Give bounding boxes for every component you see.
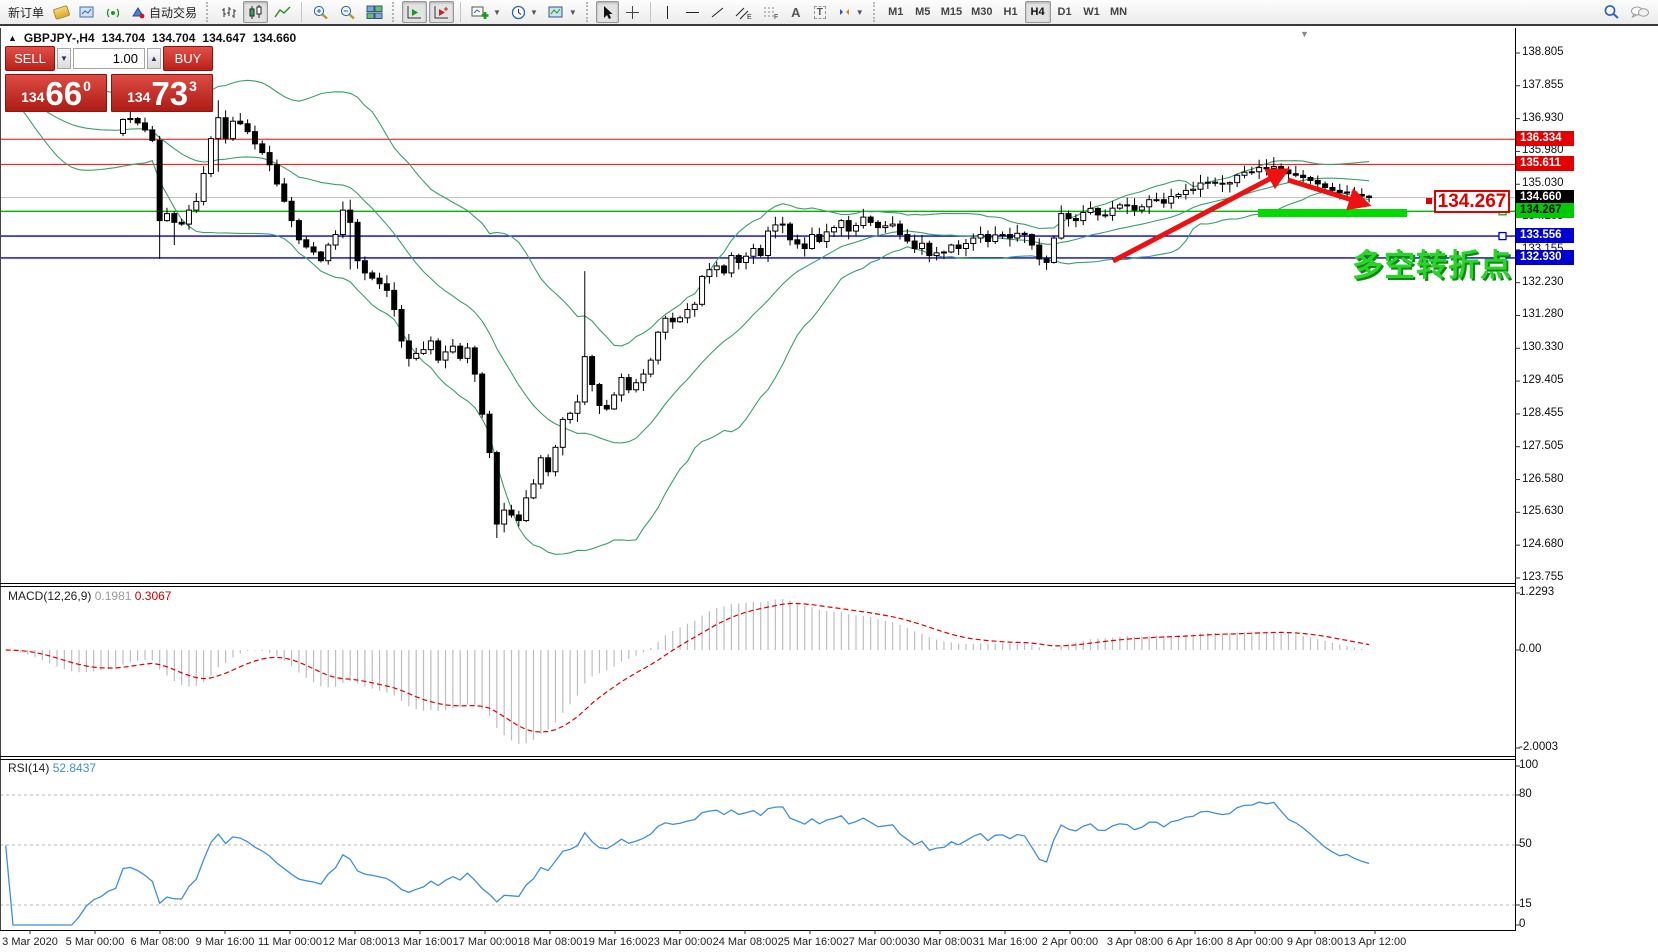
ohlc-open: 134.704 bbox=[102, 31, 145, 45]
bar-chart-icon[interactable] bbox=[216, 1, 241, 23]
callout-anchor bbox=[1426, 198, 1432, 204]
macd-panel bbox=[6, 599, 1369, 744]
crosshair-icon[interactable] bbox=[621, 1, 644, 23]
rsi-name: RSI(14) bbox=[8, 761, 49, 775]
sell-button[interactable]: SELL bbox=[5, 46, 55, 71]
annotation-text[interactable]: 多空转折点 bbox=[1352, 240, 1512, 285]
ohlc-high: 134.704 bbox=[152, 31, 195, 45]
candlestick-chart-icon[interactable] bbox=[243, 1, 268, 23]
macd-main-value: 0.1981 bbox=[95, 589, 132, 603]
symbol-arrow-icon: ▲ bbox=[8, 33, 17, 43]
volume-input[interactable] bbox=[73, 48, 145, 69]
mt4-window: 138.805137.855136.930135.980135.030134.1… bbox=[0, 0, 1658, 952]
ohlc-close: 134.660 bbox=[253, 31, 296, 45]
new-order-label: 新订单 bbox=[8, 4, 44, 21]
fibonacci-icon[interactable]: F bbox=[758, 1, 783, 23]
rsi-label: RSI(14) 52.8437 bbox=[8, 761, 96, 775]
search-icon[interactable] bbox=[1599, 1, 1624, 23]
cursor-icon[interactable] bbox=[596, 1, 619, 23]
macd-name: MACD(12,26,9) bbox=[8, 589, 91, 603]
vertical-line-icon[interactable] bbox=[657, 1, 679, 23]
panel-borders bbox=[0, 28, 1520, 934]
line-chart-icon[interactable] bbox=[270, 1, 295, 23]
buy-price-pips: 73 bbox=[151, 77, 188, 110]
text-label-icon[interactable]: T bbox=[809, 1, 831, 23]
auto-trading-icon bbox=[131, 6, 146, 19]
rsi-line bbox=[6, 802, 1369, 925]
templates-button[interactable]: ▼ bbox=[544, 1, 581, 23]
buy-price-point: 3 bbox=[189, 78, 197, 94]
rsi-value: 52.8437 bbox=[53, 761, 96, 775]
profiles-icon[interactable] bbox=[75, 1, 99, 23]
horizontal-line-icon[interactable] bbox=[681, 1, 704, 23]
sell-price-button[interactable]: 134 66 0 bbox=[5, 74, 107, 112]
sell-price-point: 0 bbox=[83, 78, 91, 94]
rsi-panel bbox=[0, 795, 1515, 925]
timeframe-m15[interactable]: M15 bbox=[937, 1, 966, 23]
signals-icon[interactable] bbox=[101, 1, 125, 23]
toolbar: 新订单 自动交易 bbox=[0, 0, 1658, 26]
macd-signal-value: 0.3067 bbox=[135, 589, 172, 603]
auto-trading-button[interactable]: 自动交易 bbox=[127, 1, 201, 23]
trendline-icon[interactable] bbox=[706, 1, 729, 23]
sell-price-pips: 66 bbox=[45, 77, 82, 110]
chart-shift-icon[interactable] bbox=[429, 1, 454, 23]
arrows-button[interactable]: ▼ bbox=[833, 1, 868, 23]
timeframe-group: M1M5M15M30H1H4D1W1MN bbox=[883, 1, 1132, 23]
zoom-in-icon[interactable] bbox=[308, 1, 333, 23]
timeframe-h4[interactable]: H4 bbox=[1025, 1, 1051, 23]
chat-icon[interactable] bbox=[1626, 1, 1654, 23]
macd-signal-line bbox=[6, 604, 1369, 733]
auto-scroll-icon[interactable] bbox=[402, 1, 427, 23]
chart-title: ▲ GBPJPY-,H4 134.704 134.704 134.647 134… bbox=[8, 31, 296, 45]
ohlc-low: 134.647 bbox=[202, 31, 245, 45]
new-order-button[interactable]: 新订单 bbox=[4, 1, 48, 23]
timeframe-w1[interactable]: W1 bbox=[1079, 1, 1105, 23]
sell-price-figure: 134 bbox=[21, 89, 44, 105]
timeframe-m5[interactable]: M5 bbox=[910, 1, 936, 23]
chart-canvas[interactable] bbox=[0, 0, 1658, 952]
text-icon[interactable]: A bbox=[785, 1, 807, 23]
timeframe-d1[interactable]: D1 bbox=[1052, 1, 1078, 23]
svg-text:F: F bbox=[774, 14, 778, 20]
one-click-trade-panel: SELL ▼ ▲ BUY 134 66 0 134 73 3 bbox=[5, 46, 213, 112]
timeframe-h1[interactable]: H1 bbox=[998, 1, 1024, 23]
volume-up-button[interactable]: ▲ bbox=[147, 48, 161, 69]
price-callout-label[interactable]: 134.267 bbox=[1434, 190, 1510, 213]
timeframe-m30[interactable]: M30 bbox=[967, 1, 996, 23]
macd-label: MACD(12,26,9) 0.1981 0.3067 bbox=[8, 589, 171, 603]
tile-windows-icon[interactable] bbox=[362, 1, 387, 23]
quotes-tag-icon[interactable] bbox=[50, 1, 73, 23]
volume-down-button[interactable]: ▼ bbox=[57, 48, 71, 69]
buy-price-button[interactable]: 134 73 3 bbox=[111, 74, 213, 112]
scroll-to-end-marker[interactable]: ▼ bbox=[1300, 29, 1309, 39]
add-indicator-button[interactable]: ▼ bbox=[467, 1, 505, 23]
buy-price-figure: 134 bbox=[127, 89, 150, 105]
timeframe-mn[interactable]: MN bbox=[1106, 1, 1132, 23]
svg-text:E: E bbox=[747, 14, 752, 20]
highlight-zone[interactable] bbox=[1258, 209, 1407, 217]
level-lines bbox=[0, 139, 1515, 258]
auto-trading-label: 自动交易 bbox=[149, 4, 197, 21]
buy-button[interactable]: BUY bbox=[163, 46, 213, 71]
periods-button[interactable]: ▼ bbox=[507, 1, 542, 23]
symbol-period: GBPJPY-,H4 bbox=[24, 31, 95, 45]
candles bbox=[121, 100, 1372, 538]
zoom-out-icon[interactable] bbox=[335, 1, 360, 23]
timeframe-m1[interactable]: M1 bbox=[883, 1, 909, 23]
equidistant-channel-icon[interactable]: E bbox=[731, 1, 756, 23]
